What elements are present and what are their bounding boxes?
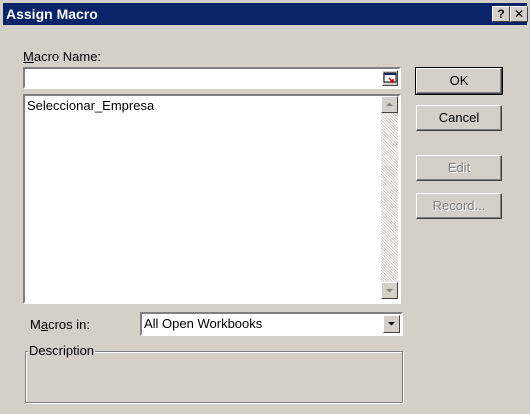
- assign-macro-dialog: Assign Macro ? ✕ Macro Name: Seleccionar…: [0, 0, 530, 414]
- close-icon[interactable]: ✕: [510, 6, 528, 22]
- edit-button[interactable]: Edit: [416, 155, 502, 181]
- collapse-dialog-icon[interactable]: [382, 70, 398, 86]
- dropdown-button[interactable]: [383, 315, 400, 333]
- cancel-button[interactable]: Cancel: [416, 105, 502, 131]
- ok-button[interactable]: OK: [415, 67, 503, 95]
- macros-in-label: Macros in:: [30, 317, 90, 332]
- scroll-up-icon: [386, 102, 393, 106]
- macro-list-scrollbar[interactable]: [381, 96, 398, 299]
- macros-in-value: All Open Workbooks: [144, 316, 263, 331]
- scroll-down-button[interactable]: [381, 282, 398, 299]
- record-button[interactable]: Record...: [416, 193, 502, 219]
- macros-in-select[interactable]: All Open Workbooks: [140, 312, 403, 336]
- macro-list[interactable]: Seleccionar_Empresa: [23, 94, 401, 304]
- help-icon[interactable]: ?: [492, 6, 510, 22]
- title-bar[interactable]: Assign Macro ? ✕: [3, 3, 528, 25]
- window-title: Assign Macro: [6, 6, 98, 22]
- description-label: Description: [28, 343, 96, 358]
- scroll-up-button[interactable]: [381, 96, 398, 113]
- list-item[interactable]: Seleccionar_Empresa: [25, 96, 399, 116]
- chevron-down-icon: [388, 322, 395, 326]
- macro-name-label: Macro Name:: [23, 49, 102, 64]
- description-value: [30, 362, 394, 396]
- description-group: [25, 351, 403, 403]
- macro-name-input[interactable]: [23, 67, 401, 89]
- macro-name-label-rest: acro Name:: [33, 49, 102, 64]
- collapse-dialog-glyph: [383, 72, 397, 83]
- scroll-down-icon: [386, 289, 393, 293]
